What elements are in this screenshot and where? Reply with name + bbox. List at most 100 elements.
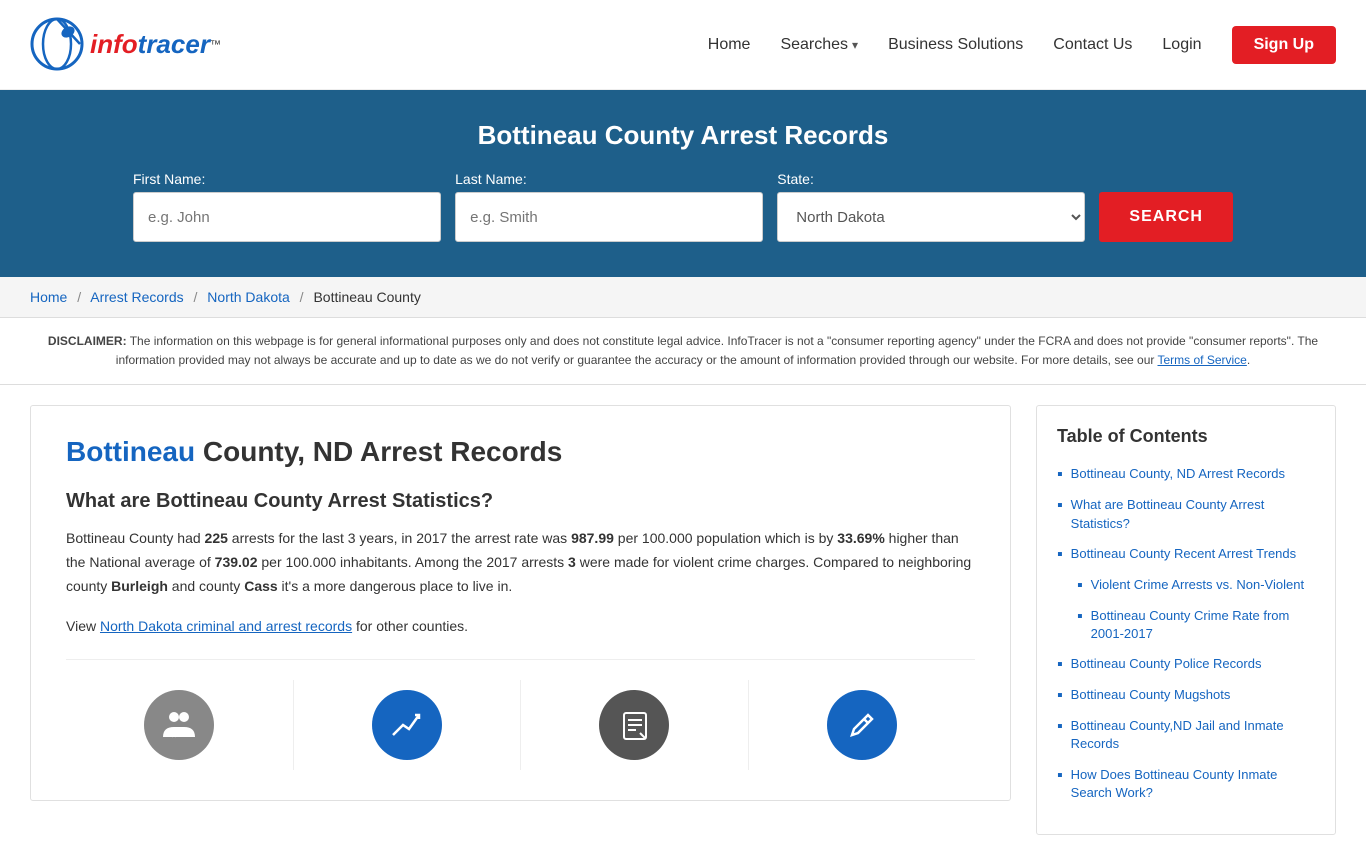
people-icon [161, 707, 197, 743]
toc-link[interactable]: What are Bottineau County Arrest Statist… [1071, 496, 1315, 532]
breadcrumb-home[interactable]: Home [30, 289, 67, 305]
toc-item: ▪ What are Bottineau County Arrest Stati… [1057, 496, 1315, 532]
icon-item-4 [749, 680, 976, 770]
content-area: Bottineau County, ND Arrest Records What… [30, 405, 1011, 800]
toc-bullet: ▪ [1057, 687, 1063, 705]
logo-tracer: tracer [138, 29, 210, 60]
toc-bullet: ▪ [1057, 497, 1063, 515]
toc-item: ▪ Bottineau County Recent Arrest Trends [1057, 545, 1315, 564]
icon-scroll [599, 690, 669, 760]
first-name-group: First Name: [133, 171, 441, 242]
header: infotracer™ Home Searches ▾ Business Sol… [0, 0, 1366, 90]
toc-bullet: ▪ [1057, 466, 1063, 484]
toc-item: ▪ Bottineau County Police Records [1057, 655, 1315, 674]
logo: infotracer™ [30, 17, 221, 72]
title-rest: County, ND Arrest Records [195, 436, 562, 467]
nav-home[interactable]: Home [708, 36, 751, 54]
toc-item: ▪ Bottineau County, ND Arrest Records [1057, 465, 1315, 484]
section1-paragraph: Bottineau County had 225 arrests for the… [66, 527, 975, 598]
icon-pencil [827, 690, 897, 760]
signup-button[interactable]: Sign Up [1232, 26, 1336, 64]
section1-heading: What are Bottineau County Arrest Statist… [66, 490, 975, 513]
icon-item-3 [521, 680, 748, 770]
view-paragraph: View North Dakota criminal and arrest re… [66, 615, 975, 639]
hero-title: Bottineau County Arrest Records [40, 120, 1326, 151]
county2: Cass [244, 578, 277, 594]
hero-section: Bottineau County Arrest Records First Na… [0, 90, 1366, 277]
nav-searches-label: Searches [780, 36, 848, 54]
toc-bullet: ▪ [1057, 767, 1063, 785]
search-form: First Name: Last Name: State: AlabamaAla… [133, 171, 1233, 242]
logo-tm: ™ [210, 39, 221, 51]
nd-records-link[interactable]: North Dakota criminal and arrest records [100, 618, 352, 634]
icon-item-1 [66, 680, 293, 770]
toc-link[interactable]: How Does Bottineau County Inmate Search … [1071, 766, 1315, 802]
toc-item: ▪ Violent Crime Arrests vs. Non-Violent [1077, 576, 1315, 595]
toc-bullet: ▪ [1057, 546, 1063, 564]
icon-people [144, 690, 214, 760]
login-button[interactable]: Login [1162, 36, 1201, 54]
last-name-label: Last Name: [455, 171, 763, 187]
violent-count: 3 [568, 554, 576, 570]
logo-icon [30, 17, 85, 72]
tos-suffix: . [1247, 353, 1250, 367]
toc-link[interactable]: Bottineau County Mugshots [1071, 686, 1231, 704]
toc-item: ▪ Bottineau County Crime Rate from 2001-… [1077, 607, 1315, 643]
toc-list: ▪ Bottineau County, ND Arrest Records ▪ … [1057, 465, 1315, 802]
arrest-rate: 987.99 [571, 530, 614, 546]
breadcrumb-arrest-records[interactable]: Arrest Records [90, 289, 183, 305]
state-group: State: AlabamaAlaskaArizonaArkansas Cali… [777, 171, 1085, 242]
toc-item: ▪ How Does Bottineau County Inmate Searc… [1057, 766, 1315, 802]
nav-contact[interactable]: Contact Us [1053, 36, 1132, 54]
nav-searches[interactable]: Searches ▾ [780, 36, 858, 54]
first-name-label: First Name: [133, 171, 441, 187]
toc-link[interactable]: Bottineau County,ND Jail and Inmate Reco… [1071, 717, 1315, 753]
state-select[interactable]: AlabamaAlaskaArizonaArkansas CaliforniaC… [777, 192, 1085, 242]
disclaimer-label: DISCLAIMER: [48, 334, 127, 348]
toc-link[interactable]: Bottineau County Recent Arrest Trends [1071, 545, 1296, 563]
article-title: Bottineau County, ND Arrest Records [66, 436, 975, 468]
main-content: Bottineau County, ND Arrest Records What… [0, 385, 1366, 855]
toc-link[interactable]: Bottineau County Crime Rate from 2001-20… [1091, 607, 1315, 643]
scroll-icon [616, 707, 652, 743]
main-nav: Home Searches ▾ Business Solutions Conta… [708, 26, 1336, 64]
breadcrumb-north-dakota[interactable]: North Dakota [207, 289, 289, 305]
icon-strip [66, 659, 975, 770]
last-name-group: Last Name: [455, 171, 763, 242]
toc-heading: Table of Contents [1057, 426, 1315, 447]
higher-pct: 33.69% [837, 530, 884, 546]
chevron-down-icon: ▾ [852, 38, 858, 52]
arrests-count: 225 [205, 530, 228, 546]
toc-item: ▪ Bottineau County,ND Jail and Inmate Re… [1057, 717, 1315, 753]
county1: Burleigh [111, 578, 168, 594]
toc-bullet: ▪ [1057, 718, 1063, 736]
toc-bullet: ▪ [1077, 608, 1083, 626]
toc-bullet: ▪ [1057, 656, 1063, 674]
chart-icon [389, 707, 425, 743]
toc-link[interactable]: Bottineau County, ND Arrest Records [1071, 465, 1285, 483]
breadcrumb: Home / Arrest Records / North Dakota / B… [0, 277, 1366, 318]
breadcrumb-sep-2: / [194, 289, 198, 305]
toc-bullet: ▪ [1077, 577, 1083, 595]
state-label: State: [777, 171, 1085, 187]
sidebar: Table of Contents ▪ Bottineau County, ND… [1036, 405, 1336, 835]
first-name-input[interactable] [133, 192, 441, 242]
toc-link[interactable]: Violent Crime Arrests vs. Non-Violent [1091, 576, 1304, 594]
national-avg: 739.02 [215, 554, 258, 570]
breadcrumb-current: Bottineau County [313, 289, 420, 305]
pencil-icon [844, 707, 880, 743]
last-name-input[interactable] [455, 192, 763, 242]
toc-item: ▪ Bottineau County Mugshots [1057, 686, 1315, 705]
breadcrumb-sep-1: / [77, 289, 81, 305]
tos-link[interactable]: Terms of Service [1158, 353, 1247, 367]
disclaimer-text: The information on this webpage is for g… [116, 334, 1318, 367]
icon-item-2 [294, 680, 521, 770]
search-button[interactable]: SEARCH [1099, 192, 1233, 242]
nav-business[interactable]: Business Solutions [888, 36, 1023, 54]
logo-info: info [90, 29, 138, 60]
toc-link[interactable]: Bottineau County Police Records [1071, 655, 1262, 673]
breadcrumb-sep-3: / [300, 289, 304, 305]
disclaimer-bar: DISCLAIMER: The information on this webp… [0, 318, 1366, 385]
icon-chart [372, 690, 442, 760]
title-blue: Bottineau [66, 436, 195, 467]
